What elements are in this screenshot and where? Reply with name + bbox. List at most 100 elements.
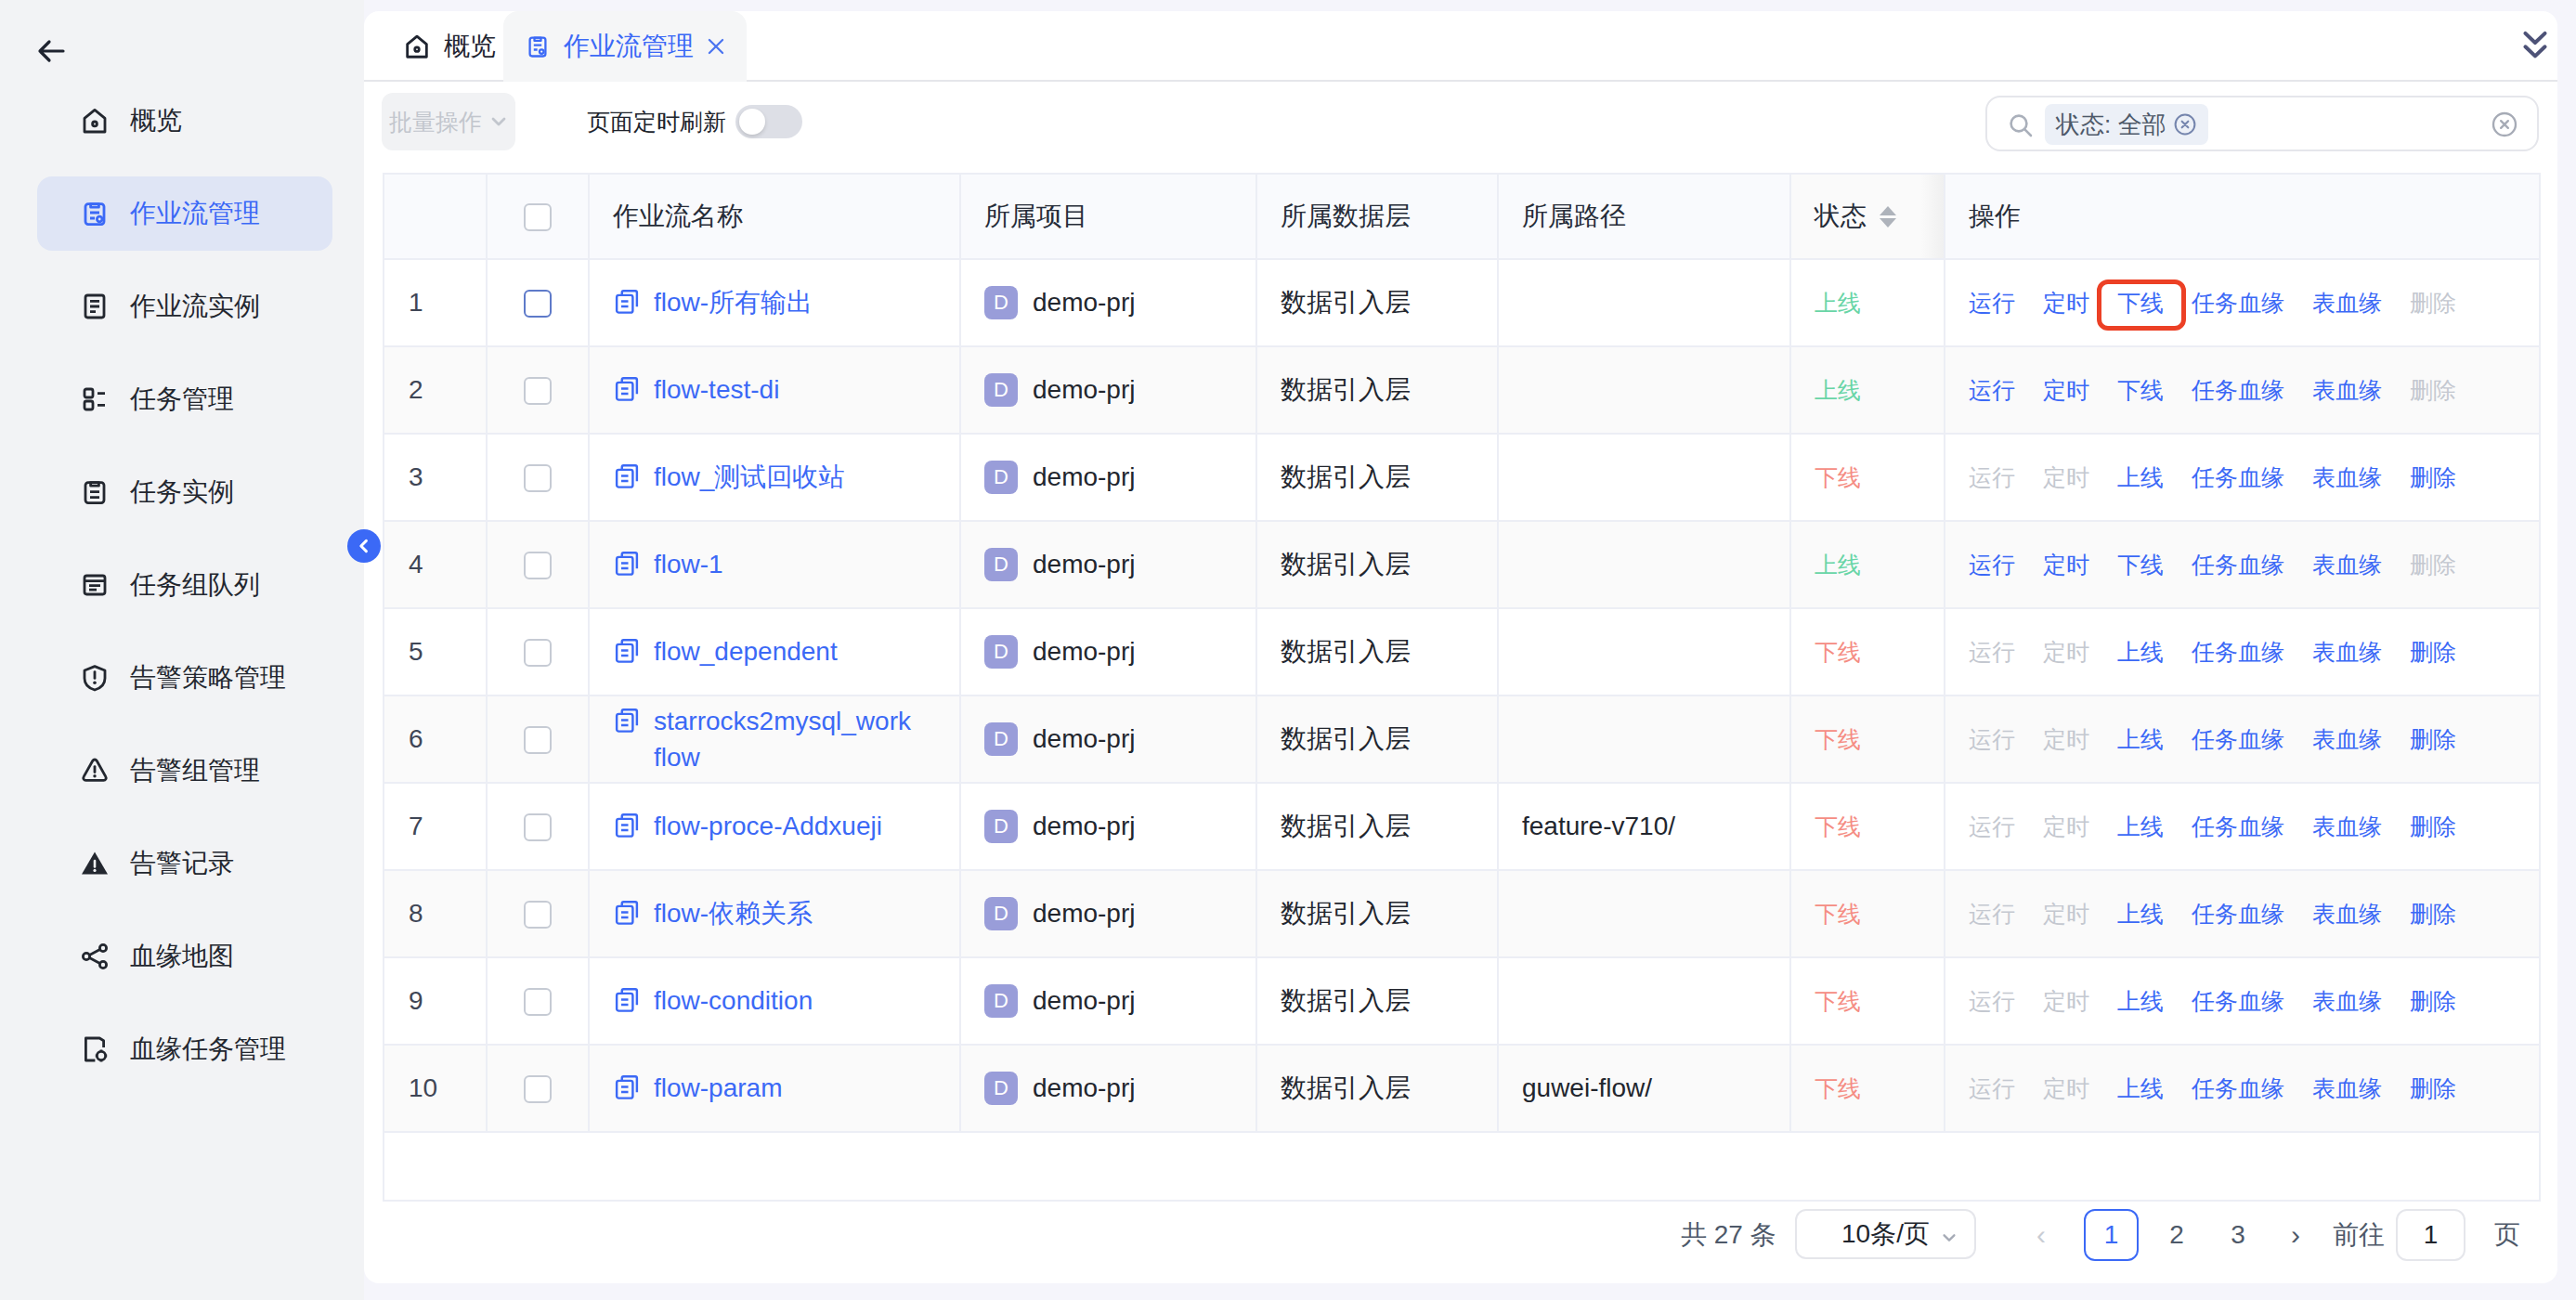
row-checkbox[interactable] bbox=[524, 1075, 552, 1103]
op-5[interactable]: 表血缘 bbox=[2312, 288, 2382, 318]
op-3[interactable]: 上线 bbox=[2117, 899, 2164, 930]
op-4[interactable]: 任务血缘 bbox=[2192, 550, 2284, 580]
op-3[interactable]: 上线 bbox=[2117, 462, 2164, 493]
back-icon[interactable] bbox=[35, 35, 67, 67]
sort-asc-icon[interactable] bbox=[1880, 206, 1896, 215]
goto-page-input[interactable]: 1 bbox=[2396, 1209, 2465, 1261]
op-5[interactable]: 表血缘 bbox=[2312, 1073, 2382, 1104]
op-3[interactable]: 上线 bbox=[2117, 812, 2164, 842]
op-1[interactable]: 运行 bbox=[1969, 550, 2015, 580]
op-3[interactable]: 上线 bbox=[2117, 724, 2164, 755]
op-4[interactable]: 任务血缘 bbox=[2192, 375, 2284, 406]
op-1[interactable]: 运行 bbox=[1969, 375, 2015, 406]
sidebar-item-alert-policy[interactable]: 告警策略管理 bbox=[37, 641, 332, 715]
row-checkbox[interactable] bbox=[524, 552, 552, 579]
tab-close-icon[interactable] bbox=[707, 37, 725, 56]
header-status[interactable]: 状态 bbox=[1790, 174, 1945, 259]
status-filter-tag[interactable]: 状态: 全部 bbox=[2045, 104, 2208, 145]
op-4[interactable]: 任务血缘 bbox=[2192, 812, 2284, 842]
op-5[interactable]: 表血缘 bbox=[2312, 812, 2382, 842]
sidebar-item-task-manage[interactable]: 任务管理 bbox=[37, 362, 332, 436]
workflow-name-link[interactable]: flow-condition bbox=[654, 982, 813, 1019]
next-page-button[interactable]: › bbox=[2281, 1209, 2310, 1261]
sidebar-collapse-button[interactable] bbox=[347, 529, 381, 563]
op-4[interactable]: 任务血缘 bbox=[2192, 462, 2284, 493]
op-2[interactable]: 定时 bbox=[2043, 288, 2089, 318]
op-4[interactable]: 任务血缘 bbox=[2192, 288, 2284, 318]
sidebar-item-lineage-task[interactable]: 血缘任务管理 bbox=[37, 1012, 332, 1086]
page-size-select[interactable]: 10条/页 bbox=[1795, 1209, 1976, 1259]
op-4[interactable]: 任务血缘 bbox=[2192, 986, 2284, 1017]
sidebar-item-overview[interactable]: 概览 bbox=[37, 84, 332, 158]
row-checkbox[interactable] bbox=[524, 813, 552, 841]
workflow-name-link[interactable]: flow_测试回收站 bbox=[654, 459, 844, 495]
op-5[interactable]: 表血缘 bbox=[2312, 899, 2382, 930]
op-2: 定时 bbox=[2043, 462, 2089, 493]
tag-remove-icon[interactable] bbox=[2173, 112, 2197, 136]
sidebar-item-task-queue[interactable]: 任务组队列 bbox=[37, 548, 332, 622]
batch-actions-button[interactable]: 批量操作 bbox=[382, 93, 515, 150]
op-2[interactable]: 定时 bbox=[2043, 375, 2089, 406]
op-6[interactable]: 删除 bbox=[2410, 462, 2456, 493]
workflow-name-link[interactable]: flow-依赖关系 bbox=[654, 895, 813, 931]
workflow-name-link[interactable]: flow-proce-Addxueji bbox=[654, 808, 882, 844]
op-3[interactable]: 下线 bbox=[2117, 288, 2164, 318]
op-6[interactable]: 删除 bbox=[2410, 812, 2456, 842]
op-5[interactable]: 表血缘 bbox=[2312, 637, 2382, 668]
prev-page-button[interactable]: ‹ bbox=[2026, 1209, 2056, 1261]
row-checkbox[interactable] bbox=[524, 377, 552, 405]
op-3[interactable]: 上线 bbox=[2117, 1073, 2164, 1104]
op-4[interactable]: 任务血缘 bbox=[2192, 899, 2284, 930]
op-6[interactable]: 删除 bbox=[2410, 899, 2456, 930]
workflow-name-link[interactable]: flow-param bbox=[654, 1070, 782, 1106]
tab-overview[interactable]: 概览 bbox=[403, 11, 496, 82]
row-checkbox[interactable] bbox=[524, 639, 552, 667]
sort-icons[interactable] bbox=[1880, 206, 1896, 228]
op-3[interactable]: 下线 bbox=[2117, 550, 2164, 580]
op-3[interactable]: 上线 bbox=[2117, 986, 2164, 1017]
workflow-name-link[interactable]: flow-1 bbox=[654, 546, 723, 582]
sidebar-item-task-instance[interactable]: 任务实例 bbox=[37, 455, 332, 529]
op-5[interactable]: 表血缘 bbox=[2312, 986, 2382, 1017]
page-button-3[interactable]: 3 bbox=[2212, 1209, 2264, 1261]
op-4[interactable]: 任务血缘 bbox=[2192, 1073, 2284, 1104]
row-checkbox[interactable] bbox=[524, 290, 552, 318]
sidebar-item-alert-record[interactable]: 告警记录 bbox=[37, 826, 332, 901]
workflow-name-link[interactable]: starrocks2mysql_workflow bbox=[654, 703, 914, 775]
op-6[interactable]: 删除 bbox=[2410, 986, 2456, 1017]
workflow-name-link[interactable]: flow_dependent bbox=[654, 633, 838, 670]
op-6[interactable]: 删除 bbox=[2410, 637, 2456, 668]
row-checkbox[interactable] bbox=[524, 726, 552, 754]
sidebar-item-workflow-instance[interactable]: 作业流实例 bbox=[37, 269, 332, 344]
op-1[interactable]: 运行 bbox=[1969, 288, 2015, 318]
page-button-1[interactable]: 1 bbox=[2084, 1209, 2139, 1261]
sidebar-item-alert-group[interactable]: 告警组管理 bbox=[37, 734, 332, 808]
auto-refresh-toggle[interactable] bbox=[735, 105, 802, 138]
op-5[interactable]: 表血缘 bbox=[2312, 550, 2382, 580]
row-checkbox[interactable] bbox=[524, 464, 552, 492]
op-6[interactable]: 删除 bbox=[2410, 1073, 2456, 1104]
sort-desc-icon[interactable] bbox=[1880, 218, 1896, 228]
op-5[interactable]: 表血缘 bbox=[2312, 724, 2382, 755]
page-button-2[interactable]: 2 bbox=[2151, 1209, 2203, 1261]
op-2[interactable]: 定时 bbox=[2043, 550, 2089, 580]
workflow-name-link[interactable]: flow-所有输出 bbox=[654, 284, 813, 320]
op-3[interactable]: 下线 bbox=[2117, 375, 2164, 406]
sidebar-item-lineage-map[interactable]: 血缘地图 bbox=[37, 919, 332, 994]
workflow-name-link[interactable]: flow-test-di bbox=[654, 371, 779, 408]
select-all-checkbox[interactable] bbox=[524, 203, 552, 231]
row-checkbox[interactable] bbox=[524, 901, 552, 929]
op-4[interactable]: 任务血缘 bbox=[2192, 637, 2284, 668]
search-icon bbox=[2008, 112, 2034, 138]
collapse-all-tabs-button[interactable] bbox=[2513, 11, 2557, 80]
sidebar-item-workflow-manage[interactable]: 作业流管理 bbox=[37, 176, 332, 251]
search-box[interactable]: 状态: 全部 bbox=[1985, 96, 2539, 151]
op-5[interactable]: 表血缘 bbox=[2312, 462, 2382, 493]
op-4[interactable]: 任务血缘 bbox=[2192, 724, 2284, 755]
search-clear-icon[interactable] bbox=[2491, 110, 2518, 138]
op-3[interactable]: 上线 bbox=[2117, 637, 2164, 668]
op-5[interactable]: 表血缘 bbox=[2312, 375, 2382, 406]
row-checkbox[interactable] bbox=[524, 988, 552, 1016]
tab-workflow-manage[interactable]: 作业流管理 bbox=[503, 11, 747, 82]
op-6[interactable]: 删除 bbox=[2410, 724, 2456, 755]
